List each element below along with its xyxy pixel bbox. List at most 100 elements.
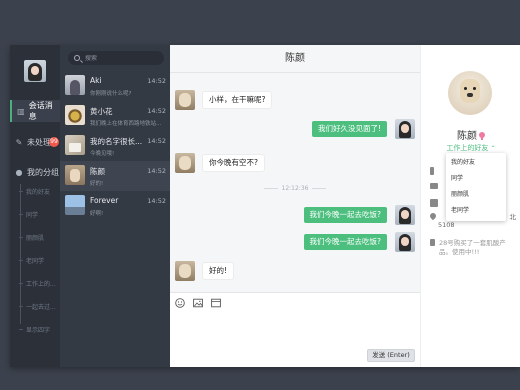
message-incoming: 好的! <box>175 261 234 281</box>
conversation-item[interactable]: Aki 14:52 你刚刚说什么呢? <box>60 71 170 101</box>
chat-title: 陈颜 <box>170 45 420 73</box>
user-icon: ● <box>15 167 23 177</box>
group-option[interactable]: 丽颜肌 <box>446 187 506 203</box>
conversation-time: 14:52 <box>147 167 166 175</box>
conversation-time: 14:52 <box>147 197 166 205</box>
chat-panel: 陈颜 小样，在干嘛呢? 我们好久没见面了! 你今晚有空不? 12:12:36 我… <box>170 45 420 367</box>
message-bubble: 我们今晚一起去吃饭? <box>303 234 387 250</box>
profile-avatar <box>448 71 492 115</box>
conversation-item[interactable]: Forever 14:52 好啊! <box>60 191 170 221</box>
conversation-name: Aki <box>90 76 102 85</box>
profile-name: 陈颜 <box>457 131 477 142</box>
search-box[interactable] <box>68 51 164 65</box>
unread-badge: 99 <box>49 137 59 147</box>
message-bubble: 好的! <box>203 263 234 279</box>
message-incoming: 你今晚有空不? <box>175 153 264 173</box>
info-row-note: 28号购买了一套肌酸产品。使用中!!! <box>430 239 514 257</box>
group-tree-line <box>20 184 21 324</box>
timestamp-text: 12:12:36 <box>260 185 331 192</box>
location-icon <box>428 211 438 221</box>
group-select[interactable]: 工作上的好友 ⌃ <box>421 143 520 153</box>
group-item[interactable]: 丽颜肌 <box>18 233 44 242</box>
conversation-preview: 我们晚上在体育西路地铁站... <box>90 121 162 127</box>
chevron-up-icon: ⌃ <box>490 145 496 152</box>
message-incoming: 小样，在干嘛呢? <box>175 90 272 110</box>
address-text-tail: 北 <box>509 213 517 221</box>
avatar <box>175 261 195 281</box>
group-option[interactable]: 老同学 <box>446 203 506 219</box>
profile-name-row: 陈颜 <box>421 127 520 142</box>
group-item[interactable]: 我的好友 <box>18 187 50 196</box>
group-item[interactable]: 老同学 <box>18 256 44 265</box>
phone-icon <box>430 167 434 175</box>
search-icon <box>74 55 80 61</box>
group-option[interactable]: 我的好友 <box>446 155 506 171</box>
conversation-name: Forever <box>90 196 119 205</box>
conversation-preview: 好的! <box>90 181 104 187</box>
message-bubble: 我们好久没见面了! <box>311 121 387 137</box>
conversation-preview: 好啊! <box>90 211 104 217</box>
message-outgoing: 我们好久没见面了! <box>311 119 415 139</box>
emoji-icon[interactable] <box>175 298 185 308</box>
avatar <box>175 153 195 173</box>
avatar <box>65 135 85 155</box>
send-button[interactable]: 发送 (Enter) <box>367 349 415 362</box>
conversation-item[interactable]: 黄小花 14:52 我们晚上在体育西路地铁站... <box>60 101 170 131</box>
message-outgoing: 我们今晚一起去吃饭? <box>303 205 415 225</box>
nav-item-label: 我的分组 <box>27 167 59 177</box>
conversation-item[interactable]: 我的名字很长... 14:52 今晚见哦! <box>60 131 170 161</box>
chat-bubble-icon: ✎ <box>15 137 23 147</box>
bookmark-icon <box>430 239 435 246</box>
message-bubble: 小样，在干嘛呢? <box>203 92 272 108</box>
conversation-name: 陈颜 <box>90 167 105 176</box>
avatar <box>65 75 85 95</box>
avatar <box>395 232 415 252</box>
message-bubble: 你今晚有空不? <box>203 155 264 171</box>
conversation-time: 14:52 <box>147 77 166 85</box>
note-text: 28号购买了一套肌酸产品。使用中!!! <box>439 239 506 256</box>
info-row-birthday <box>430 199 442 207</box>
group-item[interactable]: 同学 <box>18 210 38 219</box>
message-bubble: 我们今晚一起去吃饭? <box>303 207 387 223</box>
group-item[interactable]: 显示四字 <box>18 325 50 334</box>
nav-item-messages[interactable]: ▥ 会话消息 <box>10 100 60 122</box>
avatar <box>65 165 85 185</box>
my-avatar[interactable] <box>24 60 46 82</box>
conversation-time: 14:52 <box>147 107 166 115</box>
profile-panel: 陈颜 工作上的好友 ⌃ 北 5108 28号购买了一套肌酸产品。使用中!!! 我… <box>420 45 520 367</box>
chat-app-window: ▥ 会话消息 ✎ 未处理 99 ● 我的分组 我的好友 同学 丽颜肌 老同学 工… <box>10 45 520 367</box>
group-dropdown-menu: 我的好友 同学 丽颜肌 老同学 <box>446 153 506 221</box>
group-item[interactable]: 工作上的... <box>19 279 56 288</box>
conversation-name: 黄小花 <box>90 107 113 116</box>
message-input-area[interactable]: 发送 (Enter) <box>170 292 420 367</box>
group-option[interactable]: 同学 <box>446 171 506 187</box>
conversation-preview: 你刚刚说什么呢? <box>90 91 132 97</box>
nav-item-label: 会话消息 <box>28 101 53 121</box>
folder-icon[interactable] <box>211 298 221 308</box>
avatar <box>65 195 85 215</box>
info-row-phone <box>430 167 438 175</box>
group-select-value: 工作上的好友 <box>446 144 489 152</box>
message-icon: ▥ <box>17 106 25 116</box>
avatar <box>395 205 415 225</box>
nav-item-groups[interactable]: ● 我的分组 <box>10 161 60 183</box>
message-timestamp: 12:12:36 <box>170 185 420 192</box>
avatar <box>175 90 195 110</box>
calendar-icon <box>430 199 438 207</box>
female-icon <box>479 132 485 140</box>
address-text: 5108 <box>438 221 455 229</box>
image-icon[interactable] <box>193 298 203 308</box>
avatar <box>395 119 415 139</box>
group-item[interactable]: 一起去过... <box>19 302 56 311</box>
search-input[interactable] <box>85 54 155 62</box>
message-outgoing: 我们今晚一起去吃饭? <box>303 232 415 252</box>
left-nav: ▥ 会话消息 ✎ 未处理 99 ● 我的分组 我的好友 同学 丽颜肌 老同学 工… <box>10 45 60 367</box>
conversation-time: 14:52 <box>147 137 166 145</box>
nav-item-unhandled[interactable]: ✎ 未处理 99 <box>10 131 60 153</box>
conversation-item-selected[interactable]: 陈颜 14:52 好的! <box>60 161 170 191</box>
avatar <box>65 105 85 125</box>
mail-icon <box>430 183 438 189</box>
conversation-name: 我的名字很长... <box>90 137 143 146</box>
nav-item-label: 未处理 <box>27 137 51 147</box>
info-row-address-line: 5108 <box>438 221 455 230</box>
